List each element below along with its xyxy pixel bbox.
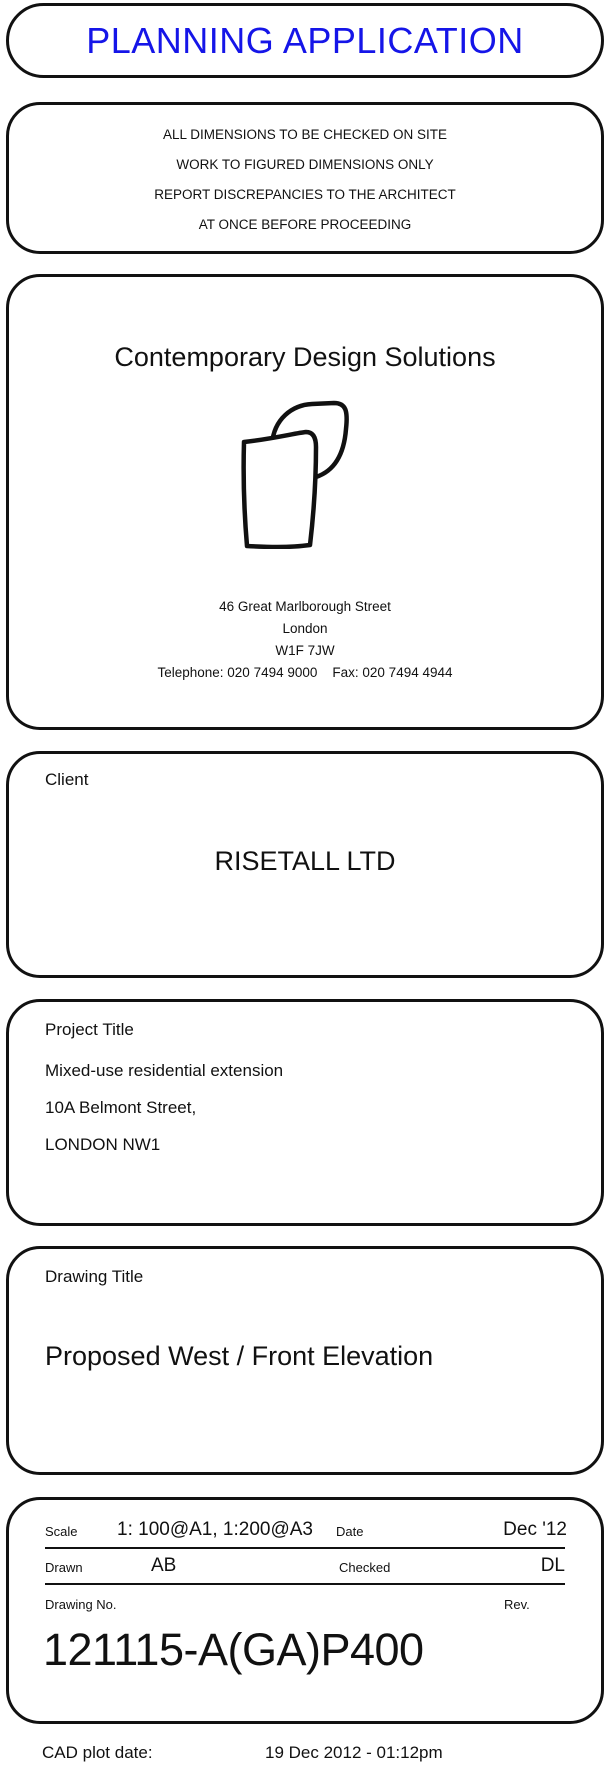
project-label: Project Title (45, 1020, 134, 1039)
checked-label: Checked (339, 1560, 391, 1575)
banner-title: PLANNING APPLICATION (86, 20, 524, 61)
firm-contact-line: Telephone: 020 7494 9000 Fax: 020 7494 4… (9, 665, 601, 680)
drawn-value: AB (151, 1555, 177, 1576)
title-banner: PLANNING APPLICATION (6, 3, 604, 78)
firm-telephone: Telephone: 020 7494 9000 (157, 665, 318, 680)
scale-label: Scale (45, 1524, 78, 1539)
drawing-title-panel: Drawing Title Proposed West / Front Elev… (6, 1246, 604, 1475)
firm-panel: Contemporary Design Solutions 46 Great M… (6, 274, 604, 730)
note-line: AT ONCE BEFORE PROCEEDING (198, 217, 412, 232)
drawing-title-label: Drawing Title (45, 1267, 144, 1286)
firm-address-line: W1F 7JW (275, 643, 335, 658)
project-line: Mixed-use residential extension (45, 1061, 284, 1080)
project-line: LONDON NW1 (45, 1135, 161, 1154)
drawn-label: Drawn (45, 1560, 83, 1575)
drawing-number: 121115-A(GA)P400 (43, 1624, 424, 1675)
note-line: WORK TO FIGURED DIMENSIONS ONLY (176, 157, 434, 172)
note-line: REPORT DISCREPANCIES TO THE ARCHITECT (154, 187, 456, 202)
date-value: Dec '12 (503, 1519, 567, 1540)
plot-date-label: CAD plot date: (42, 1743, 153, 1762)
scale-value: 1: 100@A1, 1:200@A3 (117, 1519, 313, 1540)
date-label: Date (336, 1524, 364, 1539)
firm-logo-icon (241, 400, 349, 549)
project-line: 10A Belmont Street, (45, 1098, 197, 1117)
site-notes-panel: ALL DIMENSIONS TO BE CHECKED ON SITE WOR… (6, 102, 604, 254)
divider-line (45, 1583, 565, 1585)
checked-value: DL (540, 1555, 565, 1576)
firm-address-line: London (282, 621, 328, 636)
firm-address-line: 46 Great Marlborough Street (219, 599, 391, 614)
drawing-info-panel: Scale 1: 100@A1, 1:200@A3 Date Dec '12 D… (6, 1497, 604, 1724)
firm-fax: Fax: 020 7494 4944 (332, 665, 453, 680)
note-line: ALL DIMENSIONS TO BE CHECKED ON SITE (162, 127, 448, 142)
divider-line (45, 1547, 565, 1549)
rev-label: Rev. (504, 1597, 530, 1612)
firm-name: Contemporary Design Solutions (114, 342, 496, 372)
project-panel: Project Title Mixed-use residential exte… (6, 999, 604, 1226)
plot-date-value: 19 Dec 2012 - 01:12pm (265, 1743, 443, 1762)
client-name: RISETALL LTD (214, 846, 396, 876)
client-panel: Client RISETALL LTD (6, 751, 604, 978)
drawing-title: Proposed West / Front Elevation (45, 1341, 434, 1371)
client-label: Client (45, 770, 89, 789)
drawing-no-label: Drawing No. (45, 1597, 117, 1612)
